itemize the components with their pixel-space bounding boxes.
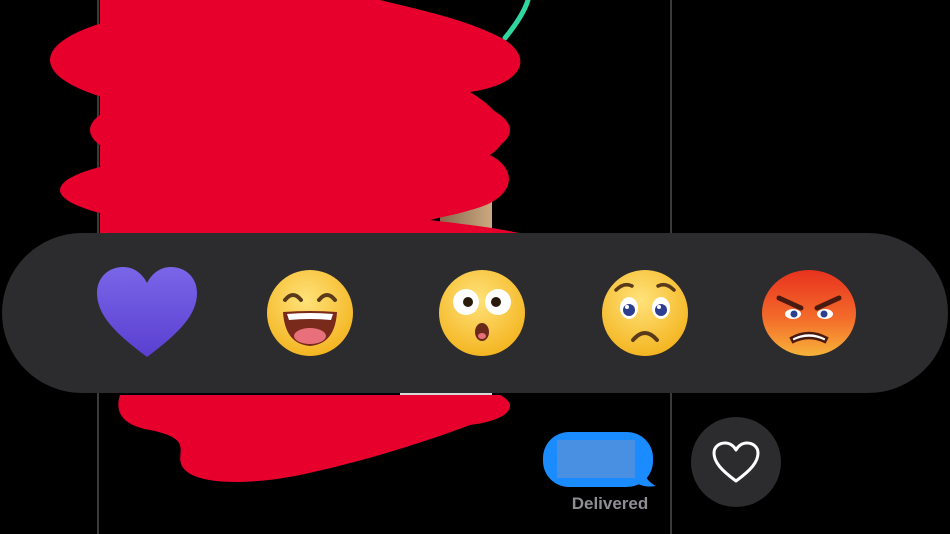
add-reaction-button[interactable] xyxy=(691,417,781,507)
reaction-picker xyxy=(2,233,948,393)
sad-face-icon xyxy=(602,270,688,356)
reaction-sad[interactable] xyxy=(590,258,700,368)
delivery-status: Delivered xyxy=(571,494,649,513)
reaction-heart[interactable] xyxy=(92,258,202,368)
angry-face-icon xyxy=(762,270,856,356)
heart-outline-icon xyxy=(712,441,760,483)
reaction-angry[interactable] xyxy=(754,258,864,368)
reaction-laugh[interactable] xyxy=(255,258,365,368)
message-text-redacted xyxy=(557,440,635,478)
surprised-face-icon xyxy=(439,270,525,356)
chat-screen: Delivered xyxy=(0,0,950,534)
laughing-face-icon xyxy=(267,270,353,356)
reaction-wow[interactable] xyxy=(427,258,537,368)
purple-heart-icon xyxy=(97,267,197,357)
